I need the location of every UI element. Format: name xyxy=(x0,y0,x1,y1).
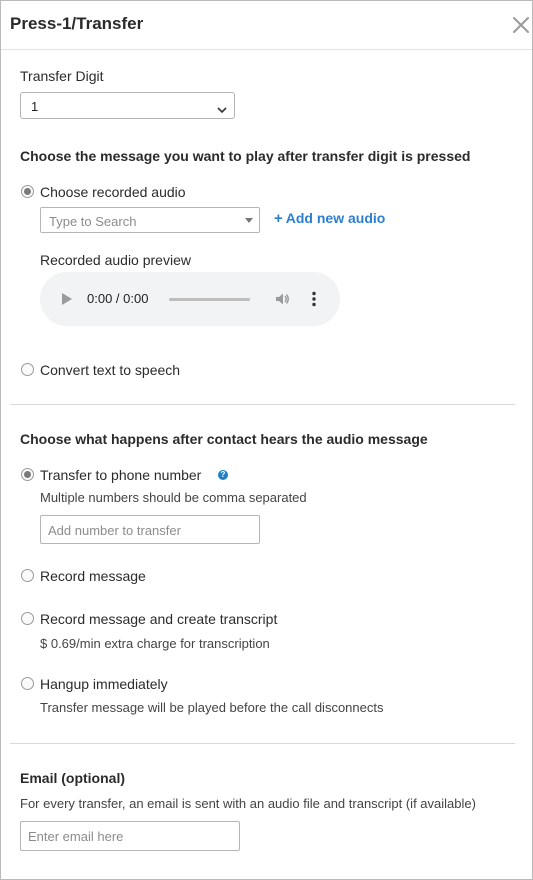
radio-transfer-phone[interactable] xyxy=(21,468,34,481)
radio-recorded-audio[interactable] xyxy=(21,185,34,198)
volume-icon[interactable] xyxy=(274,291,290,312)
transfer-phone-label: Transfer to phone number xyxy=(40,467,202,483)
audio-player: 0:00 / 0:00 xyxy=(40,272,340,326)
radio-record-message[interactable] xyxy=(21,569,34,582)
email-input[interactable]: Enter email here xyxy=(20,821,240,851)
radio-record-transcript[interactable] xyxy=(21,612,34,625)
audio-search-select[interactable]: Type to Search xyxy=(40,207,260,233)
player-time: 0:00 / 0:00 xyxy=(87,291,149,306)
close-icon[interactable] xyxy=(510,14,532,36)
transfer-digit-value: 1 xyxy=(31,99,39,114)
audio-preview-label: Recorded audio preview xyxy=(40,252,191,268)
transfer-digit-label: Transfer Digit xyxy=(20,68,104,84)
email-hint: For every transfer, an email is sent wit… xyxy=(20,796,476,811)
player-progress-track[interactable] xyxy=(169,298,250,301)
panel-header: Press-1/Transfer xyxy=(1,1,532,50)
record-message-label: Record message xyxy=(40,568,146,584)
play-icon[interactable] xyxy=(62,293,72,305)
chevron-down-icon xyxy=(217,101,227,119)
more-options-icon[interactable] xyxy=(312,291,316,312)
transfer-phone-hint: Multiple numbers should be comma separat… xyxy=(40,490,307,505)
text-to-speech-label: Convert text to speech xyxy=(40,362,181,378)
audio-search-placeholder: Type to Search xyxy=(49,214,137,229)
add-new-audio-label: Add new audio xyxy=(285,210,386,226)
transfer-panel: Press-1/Transfer Transfer Digit 1 Choose… xyxy=(0,0,533,880)
help-icon[interactable]: ? xyxy=(218,470,228,480)
transfer-digit-select[interactable]: 1 xyxy=(20,92,235,119)
panel-title: Press-1/Transfer xyxy=(10,14,144,33)
hangup-hint: Transfer message will be played before t… xyxy=(40,700,384,715)
add-new-audio-link[interactable]: + Add new audio xyxy=(274,210,385,227)
section-divider xyxy=(10,743,515,744)
transfer-number-placeholder: Add number to transfer xyxy=(48,523,181,538)
recorded-audio-label: Choose recorded audio xyxy=(40,184,186,200)
caret-down-icon xyxy=(245,218,253,223)
radio-hangup[interactable] xyxy=(21,677,34,690)
action-section-title: Choose what happens after contact hears … xyxy=(20,431,428,447)
hangup-label: Hangup immediately xyxy=(40,676,168,692)
section-divider xyxy=(10,404,515,405)
radio-text-to-speech[interactable] xyxy=(21,363,34,376)
plus-icon: + xyxy=(274,210,283,227)
transfer-number-input[interactable]: Add number to transfer xyxy=(40,515,260,544)
email-placeholder: Enter email here xyxy=(28,829,124,844)
record-transcript-hint: $ 0.69/min extra charge for transcriptio… xyxy=(40,636,270,651)
email-section-title: Email (optional) xyxy=(20,770,125,786)
record-transcript-label: Record message and create transcript xyxy=(40,611,278,627)
message-section-title: Choose the message you want to play afte… xyxy=(20,148,471,164)
